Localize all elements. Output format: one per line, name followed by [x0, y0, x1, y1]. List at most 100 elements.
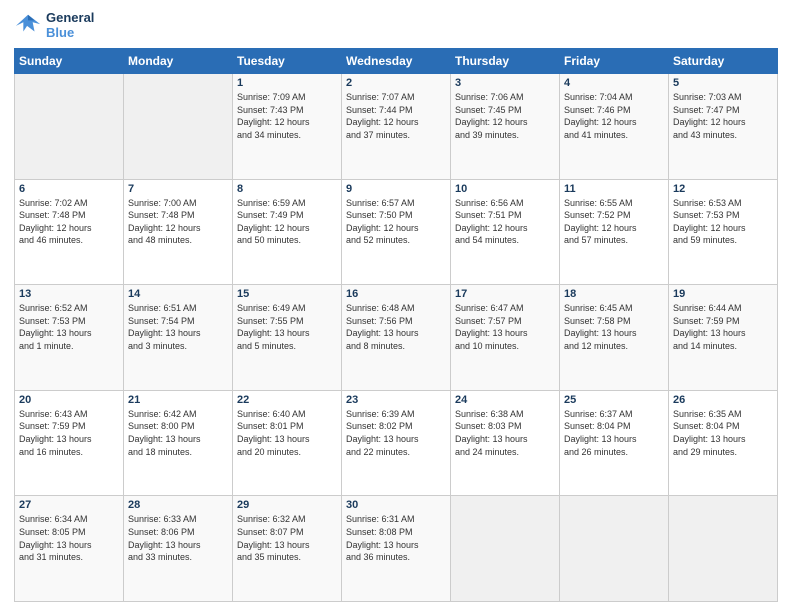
day-number: 23: [346, 394, 446, 406]
calendar-cell: [560, 496, 669, 602]
day-info: Sunrise: 6:33 AM Sunset: 8:06 PM Dayligh…: [128, 513, 228, 563]
day-number: 9: [346, 183, 446, 195]
day-info: Sunrise: 7:00 AM Sunset: 7:48 PM Dayligh…: [128, 197, 228, 247]
calendar-cell: 15Sunrise: 6:49 AM Sunset: 7:55 PM Dayli…: [233, 285, 342, 391]
day-number: 7: [128, 183, 228, 195]
calendar-cell: 3Sunrise: 7:06 AM Sunset: 7:45 PM Daylig…: [451, 74, 560, 180]
day-info: Sunrise: 6:47 AM Sunset: 7:57 PM Dayligh…: [455, 302, 555, 352]
header-row: SundayMondayTuesdayWednesdayThursdayFrid…: [15, 49, 778, 74]
column-header-saturday: Saturday: [669, 49, 778, 74]
calendar-cell: 25 Sunrise: 6:37 AM Sunset: 8:04 PM Dayli…: [560, 390, 669, 496]
day-info: Sunrise: 6:32 AM Sunset: 8:07 PM Dayligh…: [237, 513, 337, 563]
calendar-cell: [15, 74, 124, 180]
day-info: Sunrise: 7:06 AM Sunset: 7:45 PM Dayligh…: [455, 91, 555, 141]
calendar-row: 13 Sunrise: 6:52 AM Sunset: 7:53 PM Dayli…: [15, 285, 778, 391]
day-number: 16: [346, 288, 446, 300]
calendar-cell: 18 Sunrise: 6:45 AM Sunset: 7:58 PM Dayli…: [560, 285, 669, 391]
calendar-cell: 10 Sunrise: 6:56 AM Sunset: 7:51 PM Dayli…: [451, 179, 560, 285]
day-info: Sunrise: 6:31 AM Sunset: 8:08 PM Dayligh…: [346, 513, 446, 563]
logo-text: General Blue: [46, 10, 94, 40]
day-info: Sunrise: 6:59 AM Sunset: 7:49 PM Dayligh…: [237, 197, 337, 247]
day-info: Sunrise: 6:44 AM Sunset: 7:59 PM Dayligh…: [673, 302, 773, 352]
day-info: Sunrise: 6:55 AM Sunset: 7:52 PM Dayligh…: [564, 197, 664, 247]
calendar-cell: 14Sunrise: 6:51 AM Sunset: 7:54 PM Dayli…: [124, 285, 233, 391]
day-number: 11: [564, 183, 664, 195]
day-number: 29: [237, 499, 337, 511]
calendar-cell: 24Sunrise: 6:38 AM Sunset: 8:03 PM Dayli…: [451, 390, 560, 496]
calendar-row: 6 Sunrise: 7:02 AM Sunset: 7:48 PM Daylig…: [15, 179, 778, 285]
day-number: 26: [673, 394, 773, 406]
page: General Blue SundayMondayTuesdayWednesda…: [0, 0, 792, 612]
calendar-cell: 29 Sunrise: 6:32 AM Sunset: 8:07 PM Dayli…: [233, 496, 342, 602]
calendar-cell: 8 Sunrise: 6:59 AM Sunset: 7:49 PM Daylig…: [233, 179, 342, 285]
calendar-header: SundayMondayTuesdayWednesdayThursdayFrid…: [15, 49, 778, 74]
calendar-cell: 6 Sunrise: 7:02 AM Sunset: 7:48 PM Daylig…: [15, 179, 124, 285]
day-info: Sunrise: 6:37 AM Sunset: 8:04 PM Dayligh…: [564, 408, 664, 458]
day-number: 18: [564, 288, 664, 300]
day-info: Sunrise: 6:38 AM Sunset: 8:03 PM Dayligh…: [455, 408, 555, 458]
day-number: 2: [346, 77, 446, 89]
day-info: Sunrise: 6:40 AM Sunset: 8:01 PM Dayligh…: [237, 408, 337, 458]
day-info: Sunrise: 7:04 AM Sunset: 7:46 PM Dayligh…: [564, 91, 664, 141]
calendar-cell: 9Sunrise: 6:57 AM Sunset: 7:50 PM Daylig…: [342, 179, 451, 285]
calendar-cell: 22 Sunrise: 6:40 AM Sunset: 8:01 PM Dayli…: [233, 390, 342, 496]
day-info: Sunrise: 6:53 AM Sunset: 7:53 PM Dayligh…: [673, 197, 773, 247]
calendar-cell: 23 Sunrise: 6:39 AM Sunset: 8:02 PM Dayli…: [342, 390, 451, 496]
day-number: 5: [673, 77, 773, 89]
day-info: Sunrise: 6:48 AM Sunset: 7:56 PM Dayligh…: [346, 302, 446, 352]
calendar-table: SundayMondayTuesdayWednesdayThursdayFrid…: [14, 48, 778, 602]
day-info: Sunrise: 7:02 AM Sunset: 7:48 PM Dayligh…: [19, 197, 119, 247]
calendar-row: 27 Sunrise: 6:34 AM Sunset: 8:05 PM Dayli…: [15, 496, 778, 602]
day-info: Sunrise: 7:03 AM Sunset: 7:47 PM Dayligh…: [673, 91, 773, 141]
day-number: 25: [564, 394, 664, 406]
calendar-cell: 2 Sunrise: 7:07 AM Sunset: 7:44 PM Daylig…: [342, 74, 451, 180]
day-number: 27: [19, 499, 119, 511]
day-number: 12: [673, 183, 773, 195]
day-info: Sunrise: 7:09 AM Sunset: 7:43 PM Dayligh…: [237, 91, 337, 141]
calendar-cell: 30 Sunrise: 6:31 AM Sunset: 8:08 PM Dayli…: [342, 496, 451, 602]
column-header-wednesday: Wednesday: [342, 49, 451, 74]
day-number: 28: [128, 499, 228, 511]
day-number: 13: [19, 288, 119, 300]
calendar-cell: 17 Sunrise: 6:47 AM Sunset: 7:57 PM Dayli…: [451, 285, 560, 391]
day-info: Sunrise: 6:45 AM Sunset: 7:58 PM Dayligh…: [564, 302, 664, 352]
calendar-cell: 27 Sunrise: 6:34 AM Sunset: 8:05 PM Dayli…: [15, 496, 124, 602]
logo-bird-icon: [14, 11, 42, 39]
column-header-friday: Friday: [560, 49, 669, 74]
calendar-cell: 7 Sunrise: 7:00 AM Sunset: 7:48 PM Daylig…: [124, 179, 233, 285]
day-info: Sunrise: 6:56 AM Sunset: 7:51 PM Dayligh…: [455, 197, 555, 247]
day-info: Sunrise: 6:51 AM Sunset: 7:54 PM Dayligh…: [128, 302, 228, 352]
calendar-row: 20 Sunrise: 6:43 AM Sunset: 7:59 PM Dayli…: [15, 390, 778, 496]
day-info: Sunrise: 6:42 AM Sunset: 8:00 PM Dayligh…: [128, 408, 228, 458]
day-info: Sunrise: 6:35 AM Sunset: 8:04 PM Dayligh…: [673, 408, 773, 458]
day-number: 8: [237, 183, 337, 195]
calendar-cell: 20 Sunrise: 6:43 AM Sunset: 7:59 PM Dayli…: [15, 390, 124, 496]
calendar-cell: 5 Sunrise: 7:03 AM Sunset: 7:47 PM Daylig…: [669, 74, 778, 180]
column-header-tuesday: Tuesday: [233, 49, 342, 74]
calendar-cell: [124, 74, 233, 180]
column-header-monday: Monday: [124, 49, 233, 74]
day-info: Sunrise: 6:39 AM Sunset: 8:02 PM Dayligh…: [346, 408, 446, 458]
day-number: 15: [237, 288, 337, 300]
calendar-cell: [669, 496, 778, 602]
day-info: Sunrise: 7:07 AM Sunset: 7:44 PM Dayligh…: [346, 91, 446, 141]
day-info: Sunrise: 6:43 AM Sunset: 7:59 PM Dayligh…: [19, 408, 119, 458]
day-number: 6: [19, 183, 119, 195]
day-number: 30: [346, 499, 446, 511]
calendar-cell: 28 Sunrise: 6:33 AM Sunset: 8:06 PM Dayli…: [124, 496, 233, 602]
calendar-cell: 19Sunrise: 6:44 AM Sunset: 7:59 PM Dayli…: [669, 285, 778, 391]
calendar-cell: 21 Sunrise: 6:42 AM Sunset: 8:00 PM Dayli…: [124, 390, 233, 496]
calendar-cell: [451, 496, 560, 602]
column-header-sunday: Sunday: [15, 49, 124, 74]
day-number: 10: [455, 183, 555, 195]
calendar-body: 1Sunrise: 7:09 AM Sunset: 7:43 PM Daylig…: [15, 74, 778, 602]
column-header-thursday: Thursday: [451, 49, 560, 74]
day-number: 21: [128, 394, 228, 406]
day-info: Sunrise: 6:34 AM Sunset: 8:05 PM Dayligh…: [19, 513, 119, 563]
logo: General Blue: [14, 10, 94, 40]
day-info: Sunrise: 6:52 AM Sunset: 7:53 PM Dayligh…: [19, 302, 119, 352]
calendar-cell: 4Sunrise: 7:04 AM Sunset: 7:46 PM Daylig…: [560, 74, 669, 180]
day-number: 20: [19, 394, 119, 406]
day-number: 22: [237, 394, 337, 406]
day-number: 17: [455, 288, 555, 300]
